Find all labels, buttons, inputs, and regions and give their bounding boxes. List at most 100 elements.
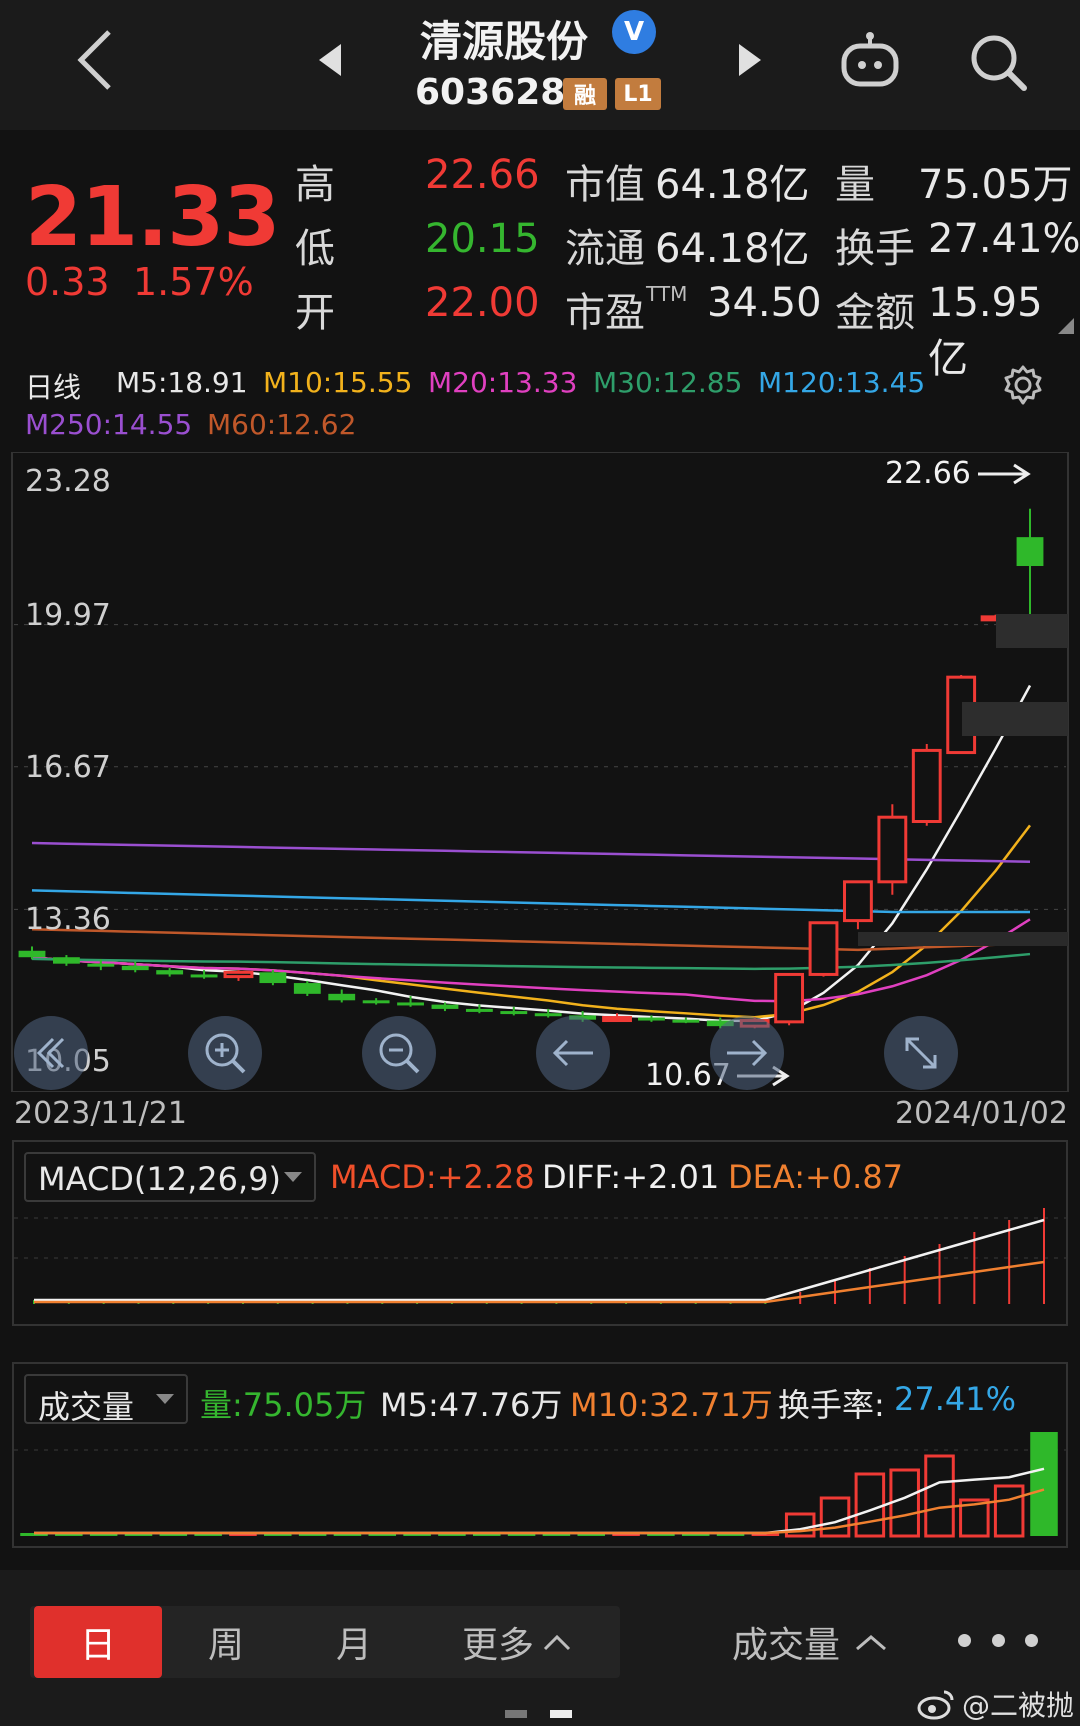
last-price: 21.33 xyxy=(25,170,280,265)
arrow-right-icon xyxy=(727,1039,768,1067)
price-tag-overlay xyxy=(996,614,1068,648)
next-stock-icon[interactable] xyxy=(730,35,770,85)
candle-body xyxy=(638,1017,665,1021)
macd-panel: MACD(12,26,9) MACD:+2.28 DIFF:+2.01 DEA:… xyxy=(12,1140,1068,1326)
more-options-button[interactable] xyxy=(958,1620,1038,1660)
pan-left-button[interactable] xyxy=(536,1016,610,1090)
candle-body xyxy=(362,1000,390,1004)
volume-ma5-line xyxy=(34,1467,1045,1535)
macd-dea-line xyxy=(34,1260,1045,1304)
price-change-pct: 1.57% xyxy=(133,260,254,304)
turnover-rate-value: 27.41% xyxy=(894,1380,1017,1418)
chevron-down-icon xyxy=(284,1172,302,1182)
candle-body xyxy=(911,748,942,824)
candle-body xyxy=(431,1004,459,1009)
candle-body xyxy=(877,815,908,884)
candle-body xyxy=(156,970,184,975)
price-tag-overlay-3 xyxy=(858,932,1068,946)
candle-body xyxy=(602,1016,632,1023)
volume-bar xyxy=(993,1484,1025,1538)
watermark: @二被抛 xyxy=(916,1684,1074,1724)
mktcap-label: 市值 xyxy=(565,162,645,208)
settings-gear-icon[interactable] xyxy=(1002,364,1044,406)
volume-label: 量 xyxy=(835,162,875,208)
tab-monthly[interactable]: 月 xyxy=(290,1606,418,1678)
search-icon[interactable] xyxy=(958,22,1038,102)
macd-diff-line xyxy=(34,1218,1045,1302)
fullscreen-button[interactable] xyxy=(884,1016,958,1090)
zoom-in-icon xyxy=(205,1033,246,1074)
zoom-out-icon xyxy=(379,1033,420,1074)
low-value: 20.15 xyxy=(425,216,540,262)
tab-more[interactable]: 更多 xyxy=(422,1606,612,1678)
watermark-text: @二被抛 xyxy=(962,1689,1075,1722)
robot-assistant-icon[interactable] xyxy=(830,22,910,102)
macd-selector[interactable]: MACD(12,26,9) xyxy=(24,1152,316,1202)
dot-icon xyxy=(958,1633,971,1647)
volume-bar xyxy=(924,1454,955,1538)
candle-body xyxy=(500,1011,528,1015)
candle-body xyxy=(328,993,356,1001)
tab-weekly[interactable]: 周 xyxy=(162,1606,290,1678)
candle-body xyxy=(808,921,839,976)
pe-label: 市盈 xyxy=(565,290,645,336)
volume-m5: M5:47.76万 xyxy=(380,1386,563,1424)
max-price-label: 22.66 xyxy=(885,456,971,491)
stock-code: 603628 xyxy=(415,72,566,113)
candlestick-chart[interactable] xyxy=(0,452,1080,1092)
macd-dea: DEA:+0.87 xyxy=(728,1158,904,1196)
expand-icon xyxy=(905,1037,937,1069)
pe-ttm-sup: TTM xyxy=(646,282,688,306)
candle-body xyxy=(465,1008,493,1012)
pe-value: 34.50 xyxy=(707,280,822,326)
volume-value: 75.05万 xyxy=(918,162,1073,208)
expand-corner-icon[interactable] xyxy=(1058,318,1074,334)
page-indicator-dot xyxy=(505,1710,527,1718)
candle-body xyxy=(259,972,287,984)
volume-selector-label: 成交量 xyxy=(38,1388,135,1426)
candle-body xyxy=(534,1013,562,1017)
turnover-label: 换手 xyxy=(835,226,915,272)
weibo-logo-icon xyxy=(917,1690,954,1720)
float-cap-label: 流通 xyxy=(565,226,645,272)
candle-body xyxy=(843,880,873,923)
y-label-2: 19.97 xyxy=(25,598,111,633)
max-arrow-icon xyxy=(978,463,1031,485)
float-cap-value: 64.18亿 xyxy=(655,226,810,272)
indicator-selector-label: 成交量 xyxy=(732,1625,841,1666)
tab-daily[interactable]: 日 xyxy=(34,1606,162,1678)
candle-body xyxy=(87,963,115,967)
volume-bar xyxy=(1030,1432,1058,1536)
back-icon[interactable] xyxy=(60,20,130,100)
volume-value: 量:75.05万 xyxy=(200,1386,367,1424)
macd-value: MACD:+2.28 xyxy=(330,1158,535,1196)
candle-body xyxy=(293,983,321,994)
macd-diff: DIFF:+2.01 xyxy=(542,1158,720,1196)
amount-label: 金额 xyxy=(835,290,915,336)
date-end-label: 2024/01/02 xyxy=(895,1096,1068,1131)
macd-chart[interactable] xyxy=(14,1208,1066,1324)
volume-chart[interactable] xyxy=(14,1430,1066,1546)
high-value: 22.66 xyxy=(425,152,540,198)
high-label: 高 xyxy=(295,162,335,208)
turnover-rate-label: 换手率: xyxy=(778,1386,885,1424)
date-start-label: 2023/11/21 xyxy=(14,1096,187,1131)
volume-selector[interactable]: 成交量 xyxy=(24,1374,188,1426)
zoom-out-button[interactable] xyxy=(362,1016,436,1090)
volume-bar xyxy=(854,1472,886,1538)
zoom-in-button[interactable] xyxy=(188,1016,262,1090)
ma120-legend: M120:13.45 xyxy=(758,366,926,399)
tab-more-label: 更多 xyxy=(461,1625,534,1666)
price-tag-overlay-2 xyxy=(962,702,1068,736)
prev-stock-icon[interactable] xyxy=(310,35,350,85)
indicator-selector[interactable]: 成交量 xyxy=(732,1606,888,1678)
volume-ma10-line xyxy=(34,1488,1045,1535)
rewind-button[interactable] xyxy=(14,1016,88,1090)
pan-right-button[interactable] xyxy=(710,1016,784,1090)
ma30-legend: M30:12.85 xyxy=(593,366,743,399)
margin-tag: 融 xyxy=(563,78,607,110)
ma250-legend: M250:14.55 xyxy=(25,408,193,441)
chevron-down-icon xyxy=(156,1394,174,1404)
candle-body xyxy=(52,957,80,964)
y-label-3: 16.67 xyxy=(25,750,111,785)
